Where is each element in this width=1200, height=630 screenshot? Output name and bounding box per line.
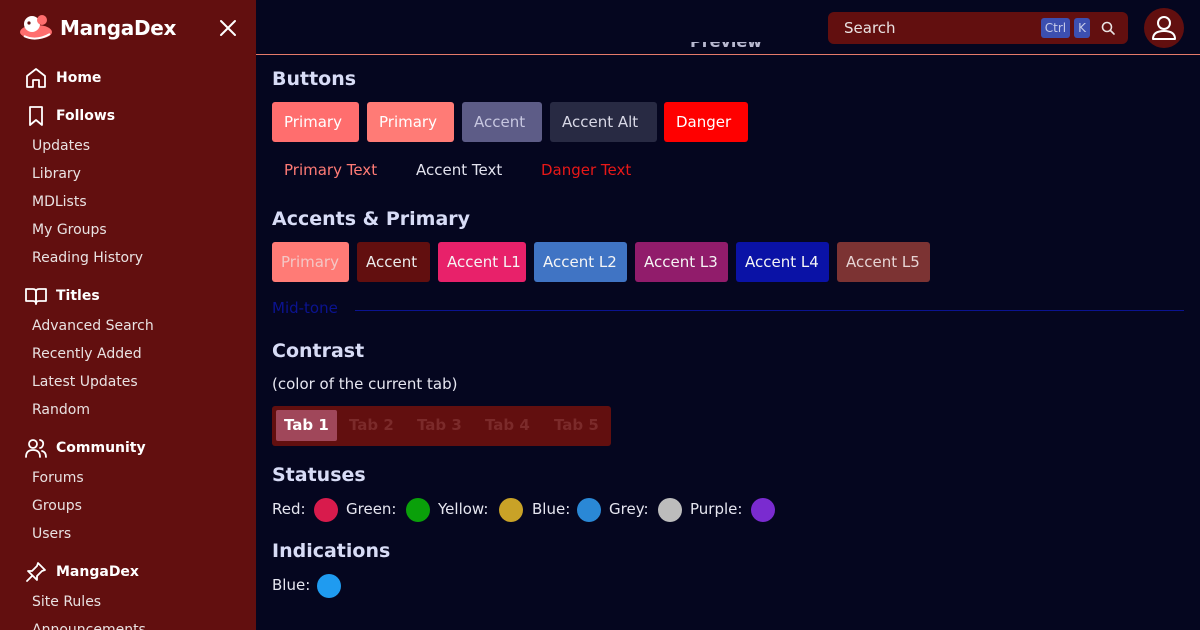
danger-button[interactable]: Danger <box>664 102 748 142</box>
brand[interactable]: MangaDex <box>18 12 176 44</box>
sidebar-item-announcements[interactable]: Announcements <box>32 620 146 630</box>
contrast-heading: Contrast <box>272 340 365 362</box>
status-purple-dot <box>751 498 775 522</box>
swatch-accent-l3: Accent L3 <box>635 242 728 282</box>
sidebar-section-label: MangaDex <box>56 564 139 580</box>
indications-heading: Indications <box>272 540 391 562</box>
buttons-heading: Buttons <box>272 68 357 90</box>
search-bar[interactable]: Search Ctrl K <box>828 12 1128 44</box>
primary-text-button[interactable]: Primary Text <box>284 159 377 181</box>
sidebar: MangaDex Home Follows Updates Library MD… <box>0 0 256 630</box>
sidebar-item-users[interactable]: Users <box>32 524 71 544</box>
status-red-dot <box>314 498 338 522</box>
accents-heading: Accents & Primary <box>272 208 471 230</box>
book-open-icon <box>25 288 47 305</box>
sidebar-item-home[interactable]: Home <box>24 66 101 90</box>
tab-3[interactable]: Tab 3 <box>409 410 470 441</box>
status-blue-label: Blue: <box>532 500 571 518</box>
status-yellow-dot <box>499 498 523 522</box>
sidebar-item-advanced-search[interactable]: Advanced Search <box>32 316 154 336</box>
tab-2[interactable]: Tab 2 <box>341 410 402 441</box>
shortcut-k-key: K <box>1074 18 1090 38</box>
header-divider <box>256 54 1200 55</box>
statuses-heading: Statuses <box>272 464 366 486</box>
sidebar-item-reading-history[interactable]: Reading History <box>32 248 143 268</box>
users-icon <box>25 439 47 458</box>
status-green-label: Green: <box>346 500 397 518</box>
midtone-label: Mid-tone <box>272 299 338 317</box>
preview-heading: Preview <box>690 42 762 51</box>
sidebar-item-mdlists[interactable]: MDLists <box>32 192 87 212</box>
primary-button[interactable]: Primary <box>272 102 359 142</box>
preview-heading-clip: Preview <box>690 42 770 54</box>
status-purple-label: Purple: <box>690 500 743 518</box>
primary-button-alt[interactable]: Primary <box>367 102 454 142</box>
search-placeholder: Search <box>844 19 896 37</box>
status-green-dot <box>406 498 430 522</box>
status-red-label: Red: <box>272 500 306 518</box>
sidebar-item-mangadex[interactable]: MangaDex <box>24 560 139 584</box>
indication-blue-dot <box>317 574 341 598</box>
danger-text-button[interactable]: Danger Text <box>541 159 631 181</box>
sidebar-section-label: Titles <box>56 288 100 304</box>
home-icon <box>26 68 46 88</box>
sidebar-item-latest-updates[interactable]: Latest Updates <box>32 372 138 392</box>
search-icon[interactable] <box>1100 20 1116 36</box>
accent-button[interactable]: Accent <box>462 102 542 142</box>
user-avatar-button[interactable] <box>1144 8 1184 48</box>
swatch-accent-l4: Accent L4 <box>736 242 829 282</box>
sidebar-item-recently-added[interactable]: Recently Added <box>32 344 142 364</box>
sidebar-item-community[interactable]: Community <box>24 436 146 460</box>
tab-5[interactable]: Tab 5 <box>546 410 607 441</box>
close-sidebar-icon[interactable] <box>216 16 240 40</box>
sidebar-item-random[interactable]: Random <box>32 400 90 420</box>
sidebar-item-site-rules[interactable]: Site Rules <box>32 592 101 612</box>
mangadex-logo-icon <box>20 15 52 40</box>
accent-text-button[interactable]: Accent Text <box>416 159 502 181</box>
shortcut-ctrl-key: Ctrl <box>1040 18 1071 38</box>
swatch-accent-l2: Accent L2 <box>534 242 627 282</box>
swatch-accent-l1: Accent L1 <box>438 242 526 282</box>
bookmark-icon <box>29 106 43 126</box>
swatch-primary: Primary <box>272 242 349 282</box>
sidebar-item-titles[interactable]: Titles <box>24 284 100 308</box>
tab-bar: Tab 1 Tab 2 Tab 3 Tab 4 Tab 5 <box>272 406 611 446</box>
sidebar-item-updates[interactable]: Updates <box>32 136 90 156</box>
tab-1[interactable]: Tab 1 <box>276 410 337 441</box>
sidebar-section-label: Follows <box>56 108 116 124</box>
brand-name: MangaDex <box>60 16 177 40</box>
sidebar-item-follows[interactable]: Follows <box>24 104 115 128</box>
sidebar-item-groups[interactable]: Groups <box>32 496 82 516</box>
sidebar-section-label: Home <box>56 70 102 86</box>
indication-blue-label: Blue: <box>272 576 311 594</box>
midtone-divider <box>355 310 1184 311</box>
status-blue-dot <box>577 498 601 522</box>
sidebar-section-label: Community <box>56 440 146 456</box>
status-yellow-label: Yellow: <box>438 500 489 518</box>
sidebar-item-my-groups[interactable]: My Groups <box>32 220 107 240</box>
pin-icon <box>26 562 46 582</box>
accent-alt-button[interactable]: Accent Alt <box>550 102 657 142</box>
sidebar-item-library[interactable]: Library <box>32 164 81 184</box>
swatch-accent: Accent <box>357 242 430 282</box>
status-grey-label: Grey: <box>609 500 649 518</box>
contrast-subtext: (color of the current tab) <box>272 375 458 393</box>
status-grey-dot <box>658 498 682 522</box>
tab-4[interactable]: Tab 4 <box>477 410 538 441</box>
user-icon <box>1152 16 1176 40</box>
swatch-accent-l5: Accent L5 <box>837 242 930 282</box>
sidebar-item-forums[interactable]: Forums <box>32 468 84 488</box>
